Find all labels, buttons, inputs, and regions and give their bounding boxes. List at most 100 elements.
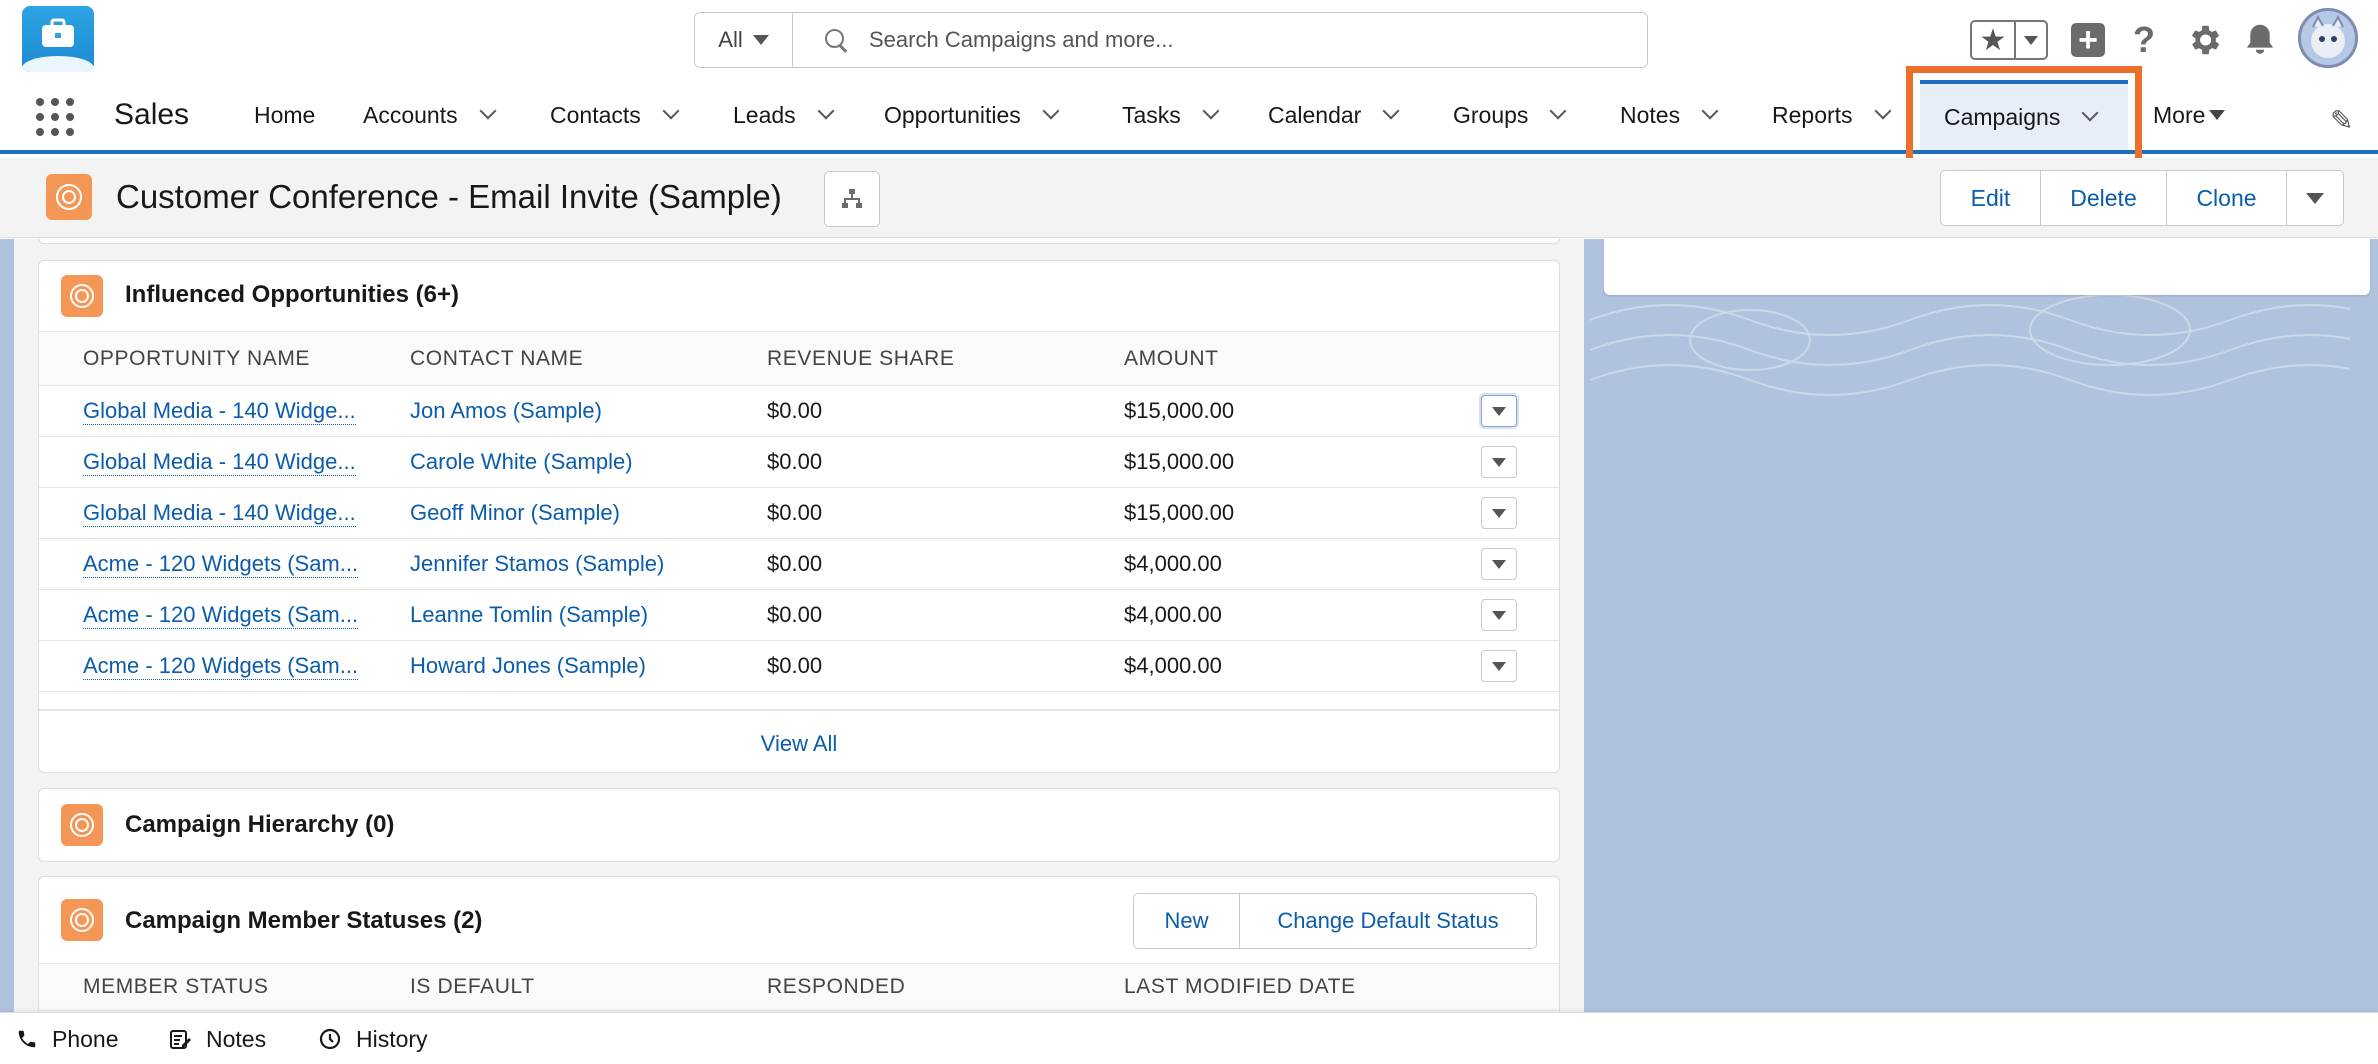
revenue-share-value: $0.00 — [767, 602, 823, 627]
app-logo[interactable] — [22, 6, 94, 72]
nav-item-leads[interactable]: Leads — [733, 80, 835, 150]
delete-button[interactable]: Delete — [2041, 171, 2167, 225]
change-default-status-button[interactable]: Change Default Status — [1240, 894, 1536, 948]
search-input[interactable] — [869, 27, 1647, 53]
opportunity-link[interactable]: Acme - 120 Widgets (Sam... — [83, 551, 359, 578]
chevron-down-icon — [2306, 192, 2324, 204]
chevron-down-icon[interactable] — [1042, 102, 1060, 120]
opportunity-link[interactable]: Global Media - 140 Widge... — [83, 398, 356, 425]
search-scope-dropdown[interactable]: All — [695, 13, 793, 67]
nav-item-label: Calendar — [1268, 101, 1362, 128]
chevron-down-icon[interactable] — [817, 102, 835, 120]
view-hierarchy-button[interactable] — [824, 171, 880, 227]
nav-item-tasks[interactable]: Tasks — [1122, 80, 1220, 150]
contact-link[interactable]: Jennifer Stamos (Sample) — [410, 551, 664, 577]
amount-value: $4,000.00 — [1124, 602, 1222, 627]
nav-item-label: Reports — [1772, 101, 1853, 128]
nav-item-label: Contacts — [550, 101, 641, 128]
help-icon[interactable]: ? — [2122, 18, 2166, 62]
opportunity-link[interactable]: Global Media - 140 Widge... — [83, 449, 356, 476]
column-header-last-modified-date[interactable]: LAST MODIFIED DATE — [1124, 964, 1356, 1010]
row-actions-button[interactable] — [1481, 650, 1517, 682]
chevron-down-icon[interactable] — [1701, 102, 1719, 120]
edit-button[interactable]: Edit — [1941, 171, 2041, 225]
nav-item-calendar[interactable]: Calendar — [1268, 80, 1400, 150]
utility-item-phone[interactable]: Phone — [16, 1013, 119, 1064]
column-header-responded[interactable]: RESPONDED — [767, 964, 905, 1010]
more-actions-button[interactable] — [2287, 171, 2343, 225]
campaigns-highlight-box — [1906, 66, 2142, 166]
nav-item-accounts[interactable]: Accounts — [363, 80, 497, 150]
row-actions-button[interactable] — [1481, 395, 1517, 427]
user-avatar[interactable] — [2298, 8, 2358, 68]
nav-item-opportunities[interactable]: Opportunities — [884, 80, 1060, 150]
revenue-share-value: $0.00 — [767, 653, 823, 678]
opportunity-link[interactable]: Acme - 120 Widgets (Sam... — [83, 602, 359, 629]
contact-link[interactable]: Carole White (Sample) — [410, 449, 633, 475]
chevron-down-icon[interactable] — [1202, 102, 1220, 120]
record-actions: Edit Delete Clone — [1940, 170, 2344, 226]
record-title: Customer Conference - Email Invite (Samp… — [116, 178, 782, 215]
nav-item-label: Leads — [733, 101, 796, 128]
nav-item-reports[interactable]: Reports — [1772, 80, 1892, 150]
nav-item-notes[interactable]: Notes — [1620, 80, 1719, 150]
utility-item-label: Notes — [206, 1025, 267, 1052]
card-title[interactable]: Influenced Opportunities (6+) — [125, 281, 459, 309]
global-actions-button[interactable]: + — [2066, 18, 2110, 62]
chevron-down-icon[interactable] — [1382, 102, 1400, 120]
favorites-star-icon[interactable]: ★ — [1972, 22, 2016, 58]
contact-link[interactable]: Jon Amos (Sample) — [410, 398, 602, 424]
favorites-dropdown[interactable] — [2016, 35, 2046, 45]
chevron-down-icon — [1492, 559, 1506, 569]
nav-more-menu[interactable]: More — [2153, 80, 2226, 150]
revenue-share-value: $0.00 — [767, 449, 823, 474]
column-header-contact-name[interactable]: CONTACT NAME — [410, 332, 583, 385]
notifications-bell-icon[interactable] — [2238, 18, 2282, 62]
influenced-opportunities-card: Influenced Opportunities (6+) OPPORTUNIT… — [38, 260, 1560, 773]
nav-item-groups[interactable]: Groups — [1453, 80, 1567, 150]
sidebar-card — [1604, 239, 2370, 295]
column-header-revenue-share[interactable]: REVENUE SHARE — [767, 332, 955, 385]
setup-gear-icon[interactable] — [2182, 18, 2226, 62]
clone-button[interactable]: Clone — [2167, 171, 2287, 225]
history-clock-icon — [319, 1028, 341, 1050]
row-actions-button[interactable] — [1481, 446, 1517, 478]
contact-link[interactable]: Howard Jones (Sample) — [410, 653, 646, 679]
notes-icon — [170, 1030, 191, 1049]
nav-item-label: Groups — [1453, 101, 1529, 128]
nav-item-contacts[interactable]: Contacts — [550, 80, 680, 150]
view-all-label[interactable]: View All — [761, 731, 838, 756]
opportunity-link[interactable]: Global Media - 140 Widge... — [83, 500, 356, 527]
view-all-link[interactable]: View All — [39, 731, 1559, 757]
card-title[interactable]: Campaign Hierarchy (0) — [125, 811, 394, 839]
table-row: Global Media - 140 Widge... Jon Amos (Sa… — [39, 386, 1559, 437]
contact-link[interactable]: Geoff Minor (Sample) — [410, 500, 620, 526]
chevron-down-icon — [1492, 508, 1506, 518]
column-header-opportunity-name[interactable]: OPPORTUNITY NAME — [83, 332, 310, 385]
row-actions-button[interactable] — [1481, 497, 1517, 529]
contact-link[interactable]: Leanne Tomlin (Sample) — [410, 602, 648, 628]
revenue-share-value: $0.00 — [767, 398, 823, 423]
card-title[interactable]: Campaign Member Statuses (2) — [125, 907, 482, 935]
chevron-down-icon[interactable] — [1549, 102, 1567, 120]
chevron-down-icon[interactable] — [662, 102, 680, 120]
hierarchy-icon — [842, 189, 862, 208]
nav-item-home[interactable]: Home — [254, 80, 315, 150]
column-header-amount[interactable]: AMOUNT — [1124, 332, 1219, 385]
utility-item-history[interactable]: History — [318, 1013, 428, 1064]
chevron-down-icon[interactable] — [1874, 102, 1892, 120]
row-actions-button[interactable] — [1481, 548, 1517, 580]
favorites-group: ★ — [1970, 20, 2048, 60]
column-header-is-default[interactable]: IS DEFAULT — [410, 964, 535, 1010]
row-actions-button[interactable] — [1481, 599, 1517, 631]
column-header-member-status[interactable]: MEMBER STATUS — [83, 964, 269, 1010]
opportunity-link[interactable]: Acme - 120 Widgets (Sam... — [83, 653, 359, 680]
app-launcher-icon[interactable] — [36, 98, 74, 136]
utility-item-notes[interactable]: Notes — [168, 1013, 266, 1064]
chevron-down-icon — [1492, 457, 1506, 467]
new-button[interactable]: New — [1134, 894, 1240, 948]
edit-nav-pencil-icon[interactable]: ✎ — [2330, 104, 2353, 137]
amount-value: $4,000.00 — [1124, 551, 1222, 576]
chevron-down-icon[interactable] — [479, 102, 497, 120]
campaign-icon — [61, 899, 103, 941]
